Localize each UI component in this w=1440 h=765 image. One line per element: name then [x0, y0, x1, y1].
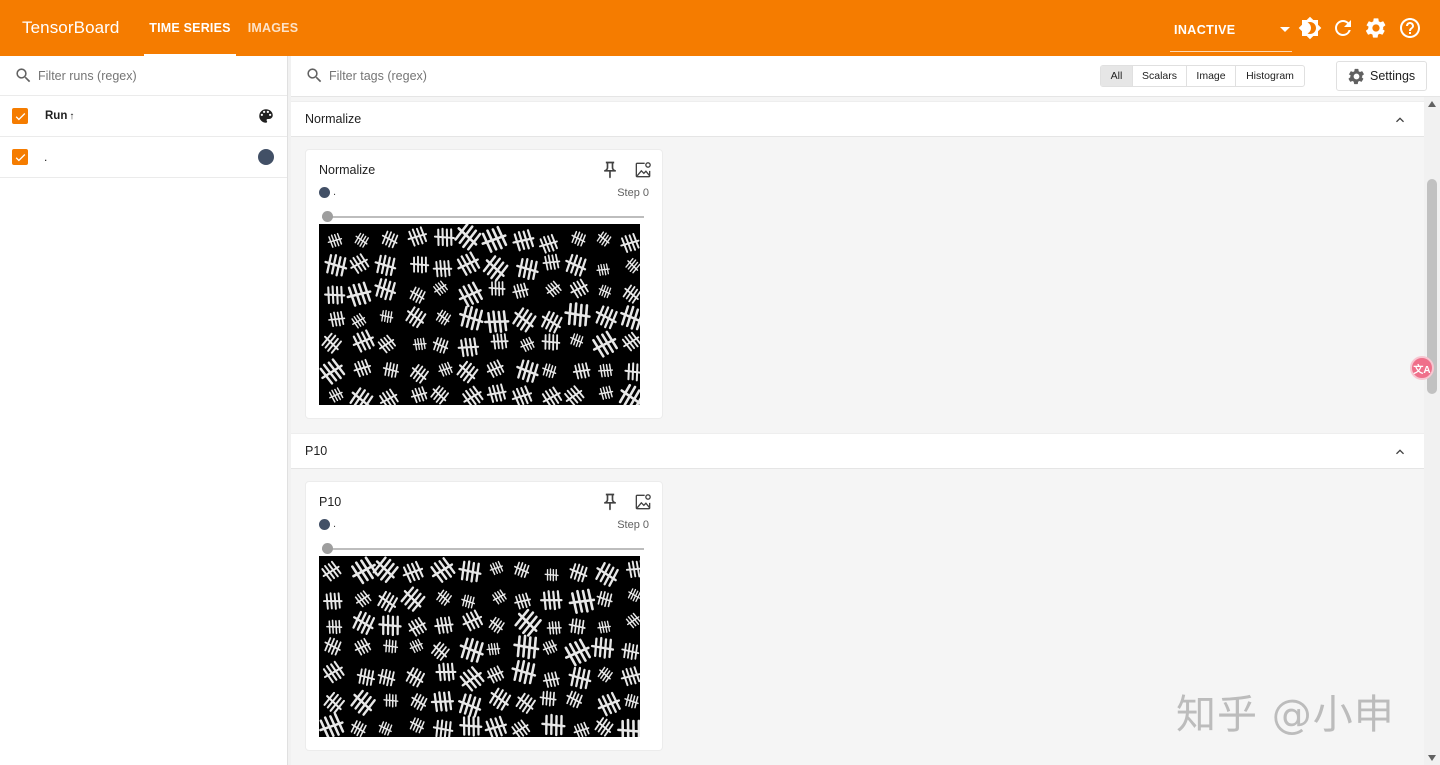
run-column-header[interactable]: Run ↑: [45, 110, 74, 122]
card-run-name: .: [333, 518, 337, 530]
scroll-down-arrow-icon[interactable]: [1428, 755, 1436, 761]
tab-images[interactable]: IMAGES: [240, 0, 306, 56]
palette-icon[interactable]: [257, 107, 275, 125]
filter-scalars-button[interactable]: Scalars: [1133, 66, 1187, 86]
run-filter-input[interactable]: [38, 68, 268, 83]
group-header-p10[interactable]: P10: [291, 433, 1424, 469]
fullscreen-image-icon[interactable]: [633, 492, 653, 512]
step-slider[interactable]: [322, 211, 644, 222]
image-preview: [319, 556, 640, 737]
runs-table-header: Run ↑: [0, 96, 287, 137]
run-filter: [0, 56, 287, 96]
slider-thumb[interactable]: [322, 543, 333, 554]
watermark: 知乎 @小申: [1176, 692, 1395, 738]
run-name: .: [44, 150, 48, 164]
chevron-up-icon: [1392, 112, 1408, 128]
runs-sidebar: Run ↑ .: [0, 56, 291, 765]
image-card-p10: P10 . Step 0: [305, 481, 663, 751]
main-scrollbar[interactable]: [1424, 97, 1440, 765]
scroll-up-arrow-icon[interactable]: [1428, 101, 1436, 107]
settings-gear-icon[interactable]: [1364, 16, 1388, 40]
run-color-dot: [319, 187, 330, 198]
card-step-label: Step 0: [617, 187, 649, 199]
main-toolbar: All Scalars Image Histogram Settings: [291, 56, 1440, 97]
gear-icon: [1348, 68, 1364, 84]
check-icon: [15, 112, 25, 120]
run-color-dot: [319, 519, 330, 530]
chevron-up-icon: [1392, 444, 1408, 460]
tab-time-series[interactable]: TIME SERIES: [144, 0, 236, 56]
settings-label: Settings: [1370, 69, 1416, 83]
image-preview: [319, 224, 640, 405]
main-panel: All Scalars Image Histogram Settings Nor…: [291, 56, 1440, 765]
translate-icon[interactable]: 文A: [1410, 356, 1434, 380]
run-color-swatch[interactable]: [258, 149, 274, 165]
search-icon: [16, 68, 31, 83]
check-icon: [15, 153, 25, 161]
select-all-runs-checkbox[interactable]: [12, 108, 28, 124]
help-icon[interactable]: [1398, 16, 1422, 40]
run-row: .: [0, 137, 287, 178]
card-run-name: .: [333, 186, 337, 198]
status-label: INACTIVE: [1174, 22, 1236, 37]
filter-histogram-button[interactable]: Histogram: [1236, 66, 1304, 86]
app-title[interactable]: TensorBoard: [22, 18, 144, 38]
sort-arrow-up-icon: ↑: [69, 110, 75, 122]
group-header-normalize[interactable]: Normalize: [291, 101, 1424, 137]
plugin-type-filter: All Scalars Image Histogram: [1100, 65, 1305, 87]
group-title: P10: [305, 444, 328, 458]
settings-button[interactable]: Settings: [1336, 61, 1427, 91]
step-slider[interactable]: [322, 543, 644, 554]
filter-all-button[interactable]: All: [1101, 66, 1133, 86]
card-title: Normalize: [319, 163, 376, 177]
pin-icon[interactable]: [600, 492, 620, 512]
card-step-label: Step 0: [617, 519, 649, 531]
tag-filter: [305, 66, 629, 85]
pin-icon[interactable]: [600, 160, 620, 180]
group-title: Normalize: [305, 112, 362, 126]
chevron-down-icon: [1280, 27, 1290, 32]
brightness-icon[interactable]: [1298, 16, 1322, 40]
slider-thumb[interactable]: [322, 211, 333, 222]
tag-filter-input[interactable]: [329, 68, 629, 83]
run-column-label: Run: [45, 110, 68, 122]
refresh-icon[interactable]: [1331, 16, 1355, 40]
search-icon: [307, 68, 322, 83]
run-checkbox[interactable]: [12, 149, 28, 165]
image-card-normalize: Normalize . Step 0: [305, 149, 663, 419]
reload-status-dropdown[interactable]: INACTIVE: [1170, 8, 1292, 52]
card-title: P10: [319, 495, 342, 509]
fullscreen-image-icon[interactable]: [633, 160, 653, 180]
filter-image-button[interactable]: Image: [1187, 66, 1236, 86]
